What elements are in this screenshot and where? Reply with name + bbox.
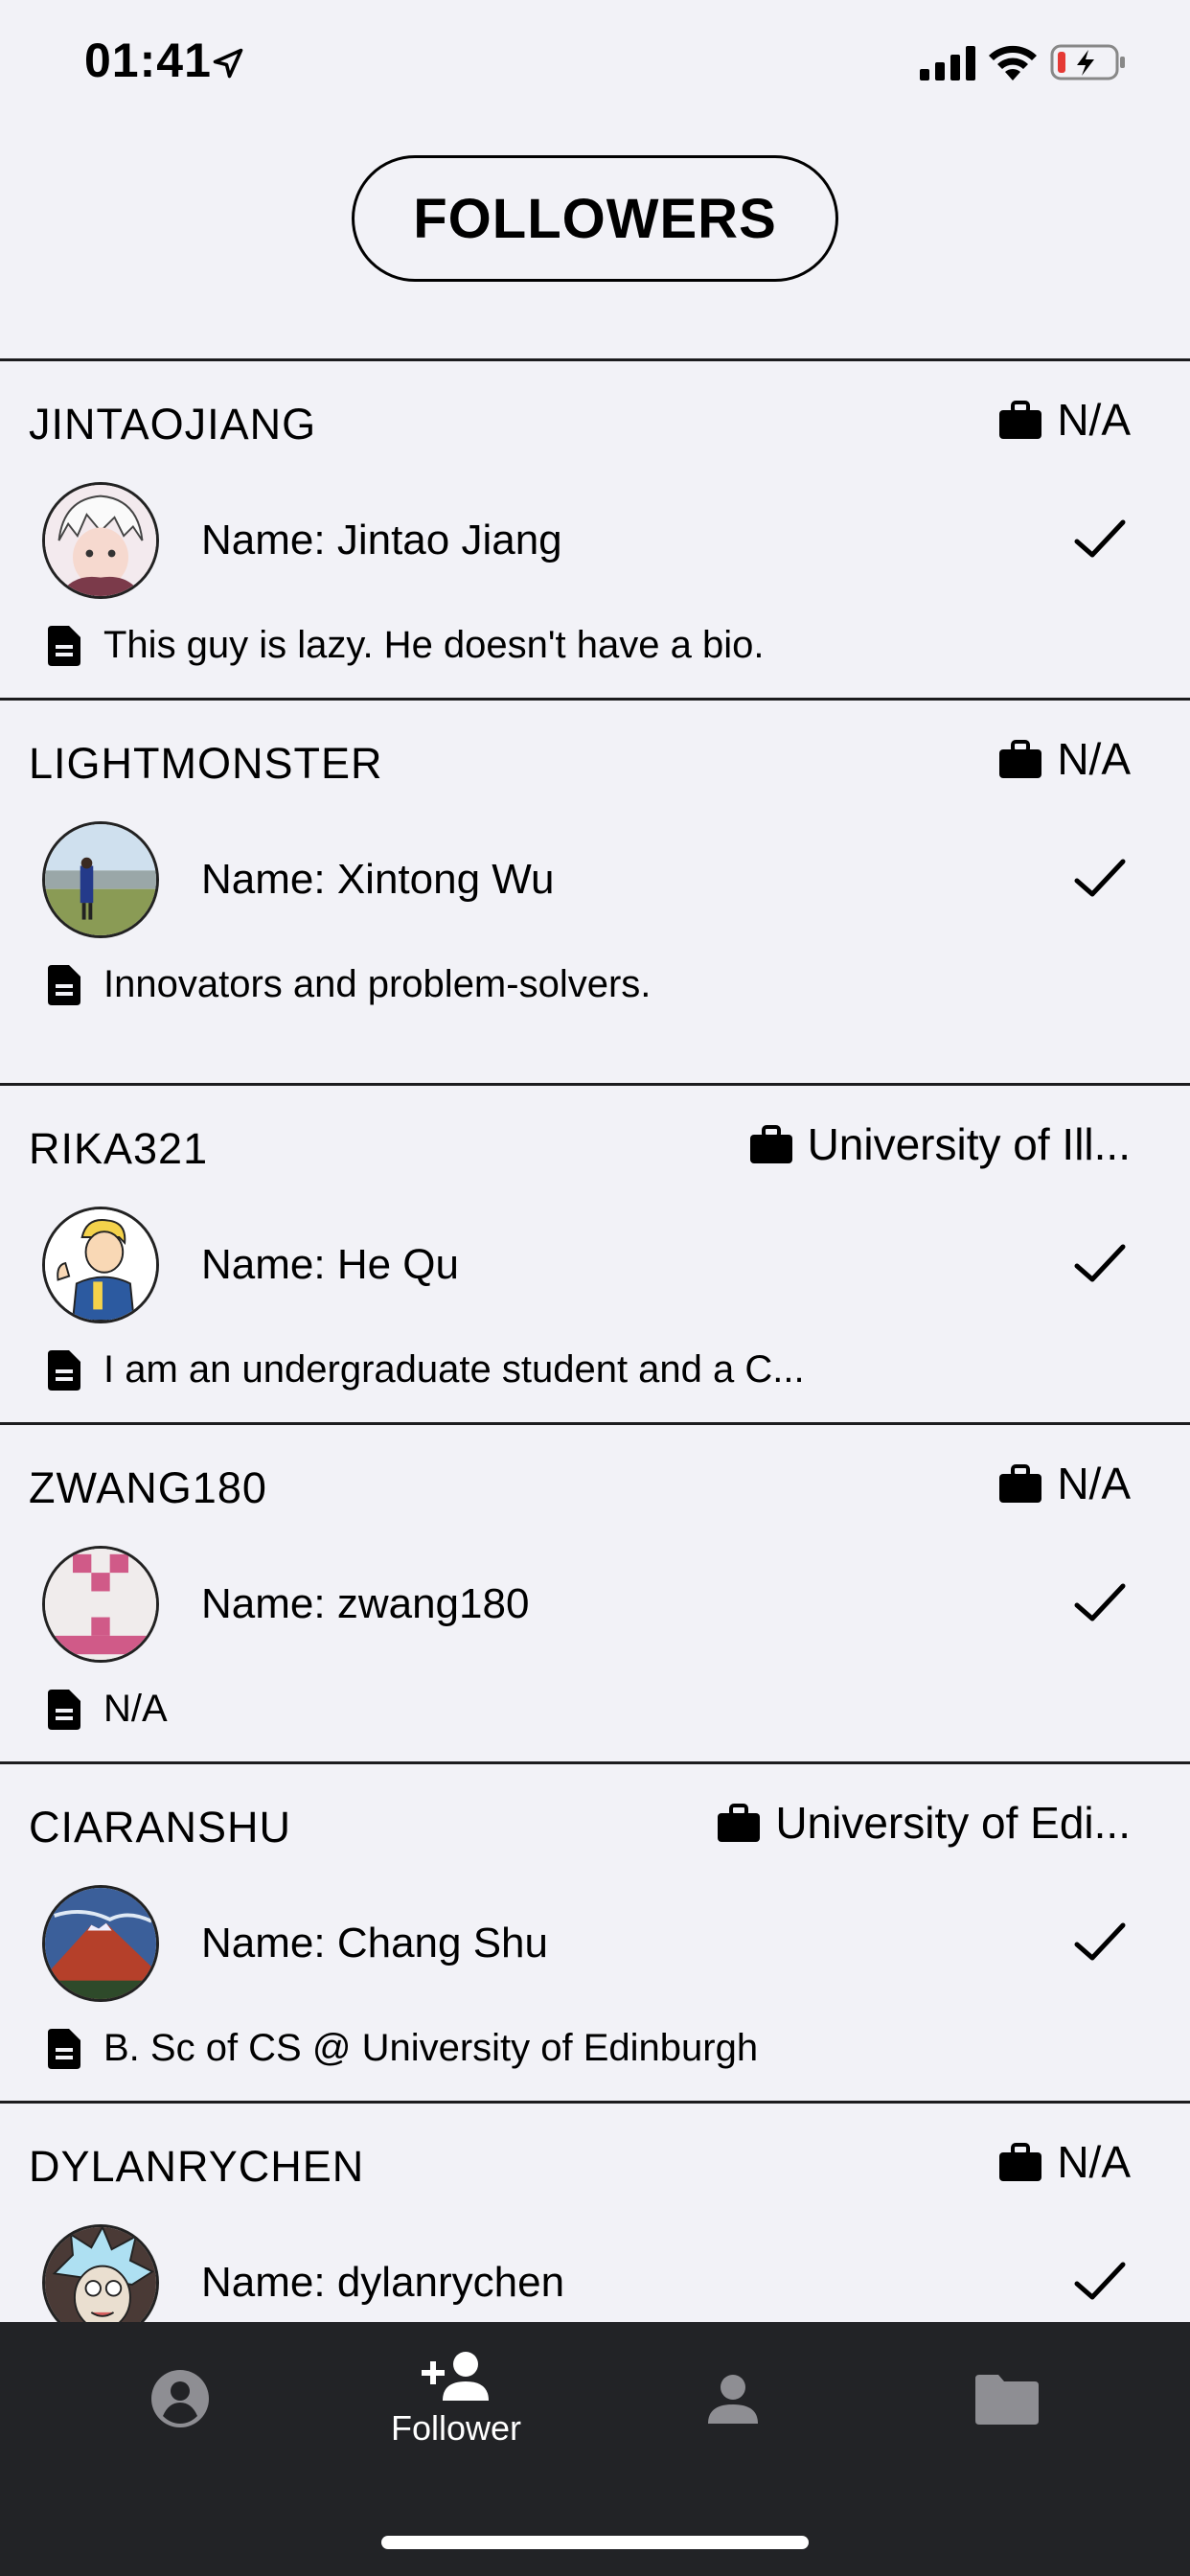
checkmark-icon[interactable] [1073,1921,1127,1964]
follower-username: DYLANRYCHEN [29,2142,365,2191]
tab-folder[interactable] [954,2322,1060,2475]
follower-work: University of Edi... [718,1797,1131,1849]
tab-person[interactable] [680,2322,786,2475]
follower-name: Name: Chang Shu [201,1920,548,1966]
cartoon-avatar[interactable] [42,1207,159,1323]
briefcase-icon [999,1464,1042,1503]
home-indicator[interactable] [381,2536,809,2549]
briefcase-icon [999,2143,1042,2181]
mountain-painting-avatar[interactable] [42,1885,159,2002]
follower-card[interactable]: JINTAOJIANG N/A Name: Jintao Jiang This … [0,358,1190,698]
follower-username: LIGHTMONSTER [29,739,383,788]
follower-bio-text: B. Sc of CS @ University of Edinburgh [103,2027,759,2069]
follower-name: Name: zwang180 [201,1580,530,1627]
folder-icon [975,2375,1039,2425]
follower-username: CIARANSHU [29,1803,292,1852]
follower-card[interactable]: LIGHTMONSTER N/A Name: Xintong Wu Innova… [0,698,1190,1083]
briefcase-icon [749,1125,792,1163]
checkmark-icon[interactable] [1073,2261,1127,2303]
document-icon [48,2028,80,2069]
tab-follower-label: Follower [390,2408,522,2448]
follower-work-text: N/A [1057,2137,1131,2187]
document-icon [48,625,80,666]
follower-bio: Innovators and problem-solvers. [48,963,651,1006]
checkmark-icon[interactable] [1073,858,1127,900]
battery-charging-icon [1050,44,1125,80]
follower-name: Name: dylanrychen [201,2259,565,2306]
followers-list: JINTAOJIANG N/A Name: Jintao Jiang This … [0,358,1190,2440]
tab-profile[interactable] [125,2322,236,2475]
follower-work: N/A [999,733,1131,785]
follower-card[interactable]: CIARANSHU University of Edi... Name: Cha… [0,1761,1190,2101]
tab-follower[interactable]: Follower [379,2322,533,2475]
anime-avatar[interactable] [42,482,159,599]
briefcase-icon [999,740,1042,778]
follower-work: N/A [999,1458,1131,1509]
follower-bio: N/A [48,1688,168,1731]
follower-bio: This guy is lazy. He doesn't have a bio. [48,624,764,667]
follower-work-text: University of Edi... [775,1798,1131,1848]
follower-username: RIKA321 [29,1124,209,1173]
person-icon [708,2375,758,2424]
location-arrow-icon [213,48,243,79]
pixel-identicon-avatar[interactable] [42,1546,159,1663]
document-icon [48,964,80,1005]
person-add-icon [422,2352,489,2401]
checkmark-icon[interactable] [1073,1582,1127,1624]
follower-work: N/A [999,2136,1131,2188]
follower-work-text: N/A [1057,1459,1131,1508]
checkmark-icon[interactable] [1073,518,1127,561]
follower-bio-text: Innovators and problem-solvers. [103,963,652,1005]
follower-bio: B. Sc of CS @ University of Edinburgh [48,2027,758,2070]
follower-work: N/A [999,394,1131,446]
briefcase-icon [718,1804,761,1842]
briefcase-icon [999,401,1042,439]
follower-bio-text: N/A [103,1688,168,1730]
checkmark-icon[interactable] [1073,1243,1127,1285]
follower-work-text: University of Ill... [807,1119,1131,1169]
follower-username: ZWANG180 [29,1463,267,1512]
wifi-icon [989,45,1037,80]
document-icon [48,1349,80,1391]
status-bar: 01:41 [0,0,1190,126]
cellular-signal-icon [920,46,975,80]
document-icon [48,1689,80,1730]
followers-screen: 01:41 FOLLOWERS JINTAOJIANG N/A Name: Ji… [0,0,1190,2576]
follower-name: Name: He Qu [201,1241,459,1288]
follower-work: University of Ill... [749,1118,1131,1170]
follower-bio-text: I am an undergraduate student and a C... [103,1348,805,1391]
follower-name: Name: Jintao Jiang [201,517,562,564]
account-circle-icon [151,2370,209,2427]
follower-card[interactable]: ZWANG180 N/A Name: zwang180 N/A [0,1422,1190,1761]
follower-work-text: N/A [1057,734,1131,784]
followers-title-pill: FOLLOWERS [352,155,838,282]
follower-bio: I am an undergraduate student and a C... [48,1348,805,1392]
follower-bio-text: This guy is lazy. He doesn't have a bio. [103,624,765,666]
follower-name: Name: Xintong Wu [201,856,555,903]
follower-work-text: N/A [1057,395,1131,445]
status-time: 01:41 [84,34,212,87]
landscape-photo-avatar[interactable] [42,821,159,938]
follower-card[interactable]: RIKA321 University of Ill... Name: He Qu… [0,1083,1190,1422]
follower-username: JINTAOJIANG [29,400,317,448]
